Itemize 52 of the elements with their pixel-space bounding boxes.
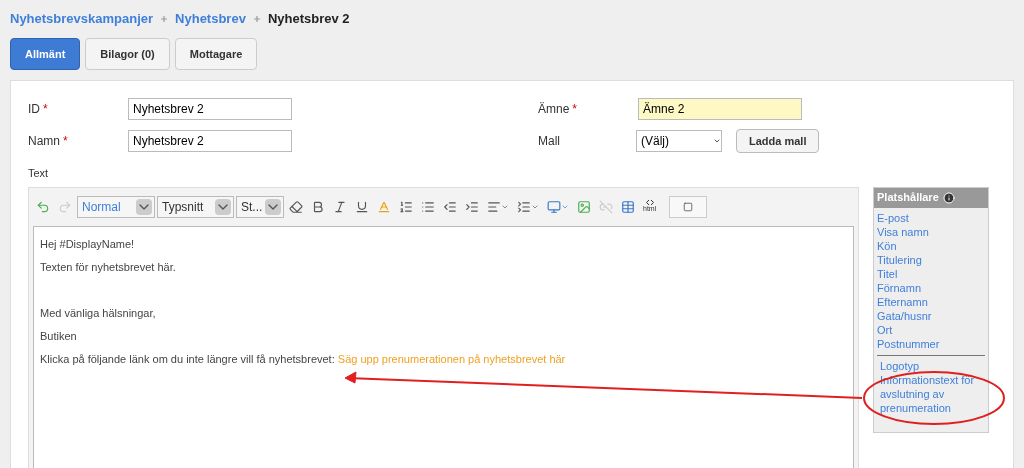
editor-paragraph: Klicka på följande länk om du inte längre vill få nyhetsbrevet: Säg upp prenumerationen på nyhetsbrevet här (40, 351, 567, 366)
load-template-button[interactable]: Ladda mall (736, 129, 820, 153)
tab[interactable]: Bilagor (0) (85, 38, 170, 70)
editor-paragraph: Med vänliga hälsningar, (40, 305, 157, 320)
editor-area[interactable]: Hej #DisplayName! Texten för nyhetsbrevet här. Med vänliga hälsningar, Butiken Klicka på följande länk om du inte längre vill få nyhetsbrevet: Säg upp prenumerationen på nyhetsbrevet här (33, 225, 854, 468)
tab[interactable]: Allmänt (10, 38, 81, 70)
caret-icon (265, 198, 281, 215)
dropdown[interactable]: St... (236, 195, 284, 218)
placeholder-link[interactable]: Postnummer (877, 336, 985, 351)
placeholder-link[interactable]: Kön (877, 238, 985, 253)
section-label: Text (28, 166, 50, 181)
text-field[interactable]: Ämne 2 (638, 98, 802, 120)
text-field[interactable]: Nyhetsbrev 2 (128, 98, 292, 120)
separator-icon (253, 16, 260, 22)
text-field[interactable]: Nyhetsbrev 2 (128, 130, 292, 152)
frame-button[interactable] (669, 195, 708, 218)
unsubscribe-link[interactable]: Säg upp prenumerationen på nyhetsbrevet här (337, 352, 566, 365)
field-label: Namn (28, 133, 60, 150)
required-mark: * (63, 133, 68, 150)
info-icon (942, 191, 955, 204)
placeholder-link[interactable]: Efternamn (877, 294, 985, 309)
required-mark: * (572, 101, 578, 118)
breadcrumb-link[interactable]: Nyhetsbrev (175, 9, 246, 29)
template-select[interactable]: (Välj) (636, 130, 722, 152)
caret-icon (215, 198, 231, 215)
caret-icon (136, 198, 152, 215)
dropdown[interactable]: Typsnitt (157, 195, 234, 218)
editor-paragraph: Texten för nyhetsbrevet här. (40, 259, 177, 274)
placeholder-link[interactable]: Visa namn (877, 224, 985, 239)
placeholder-link[interactable]: Titulering (877, 252, 985, 267)
code-icon (645, 200, 654, 205)
separator-icon (161, 16, 168, 22)
tab[interactable]: Mottagare (174, 38, 258, 70)
placeholder-link[interactable]: Gata/husnr (877, 308, 985, 323)
breadcrumb-link[interactable]: Nyhetsbrevskampanjer (10, 9, 154, 29)
caret-icon (713, 137, 721, 145)
field-label: Mall (538, 133, 561, 150)
placeholder-link[interactable]: Logotyp (880, 358, 982, 373)
editor-paragraph: Hej #DisplayName! (40, 236, 136, 251)
placeholder-link[interactable]: Ort (877, 322, 985, 337)
field-label: Ämne (538, 101, 570, 118)
field-label: ID (28, 101, 40, 118)
square-icon (683, 201, 694, 212)
placeholder-link[interactable]: Titel (877, 266, 985, 281)
editor-paragraph: Butiken (40, 328, 78, 343)
panel-title: Platshållare (877, 190, 939, 206)
dropdown[interactable]: Normal (77, 195, 155, 218)
breadcrumb-current: Nyhetsbrev 2 (267, 10, 350, 29)
placeholder-link[interactable]: E-post (877, 210, 985, 225)
required-mark: * (43, 101, 48, 118)
placeholder-link[interactable]: Informationstext för avslutning av prenumeration (880, 372, 982, 415)
placeholder-link[interactable]: Förnamn (877, 280, 985, 295)
